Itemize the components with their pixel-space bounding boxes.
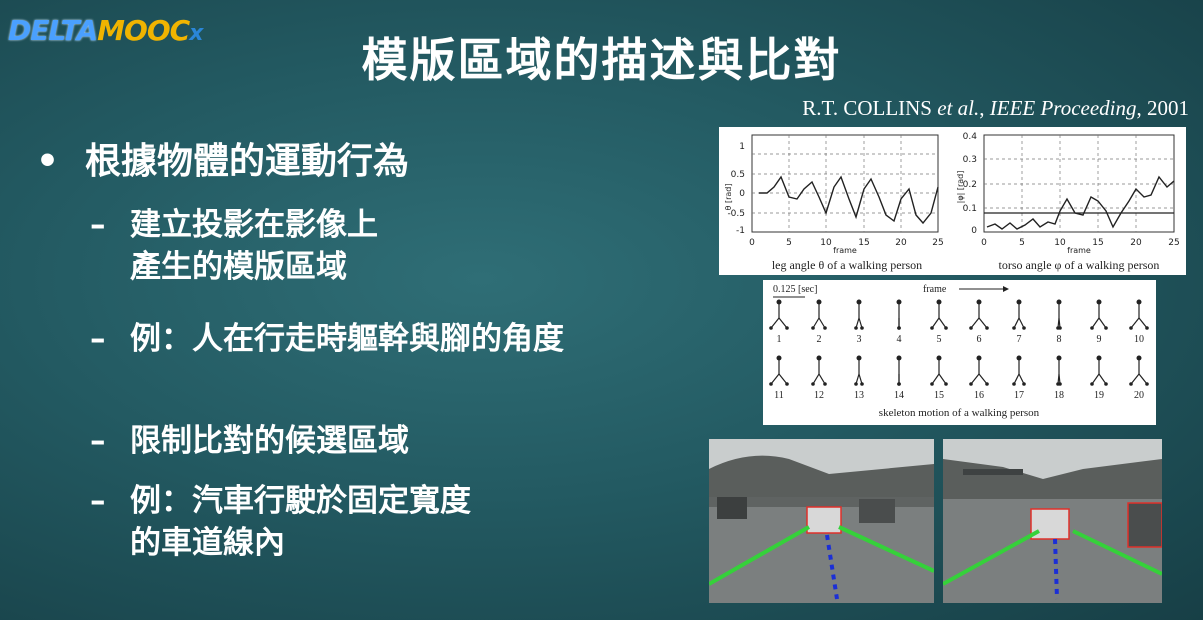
xtick: 10 — [820, 238, 832, 248]
frame-number: 10 — [1134, 334, 1144, 345]
skeleton-figure — [811, 299, 827, 330]
xlabel: frame — [1067, 246, 1091, 255]
skeleton-figure — [1012, 299, 1026, 330]
frame-number: 1 — [777, 334, 782, 345]
frame-number: 16 — [974, 390, 984, 401]
frame-number: 6 — [977, 334, 982, 345]
xtick: 20 — [1130, 238, 1142, 248]
ytick: 0 — [971, 226, 977, 236]
skeleton-figure — [969, 299, 989, 330]
xtick: 25 — [1168, 238, 1179, 248]
frame-number: 5 — [937, 334, 942, 345]
skeleton-figure — [1129, 299, 1149, 330]
skeleton-figure — [1090, 299, 1108, 330]
caption: leg angle θ of a walking person — [772, 258, 922, 272]
frame-number: 18 — [1054, 390, 1064, 401]
skeleton-figure — [1056, 299, 1062, 330]
skeleton-figure — [1056, 355, 1062, 386]
skeleton-figure — [896, 299, 902, 330]
frame-number: 4 — [897, 334, 902, 345]
frame-number: 15 — [934, 390, 944, 401]
frame-number: 19 — [1094, 390, 1104, 401]
slide-title: 模版區域的描述與比對 — [361, 33, 842, 87]
ylabel: θ [rad] — [724, 184, 733, 211]
skeleton-caption: skeleton motion of a walking person — [879, 407, 1040, 419]
skeleton-svg: 0.125 [sec] frame 1 2 3 4 5 6 7 8 9 10 11 12 13 14 15… — [769, 284, 1149, 419]
ytick: 0 — [739, 189, 745, 199]
angle-plots-svg: 1 0.5 0 -0.5 -1 0 5 10 15 20 25 frame θ … — [724, 132, 1180, 272]
frame-number: 8 — [1057, 334, 1062, 345]
ytick: 0.4 — [963, 132, 978, 142]
interval-label: 0.125 [sec] — [773, 284, 817, 295]
skeleton-figure — [854, 355, 864, 386]
leg-angle-plot: 1 0.5 0 -0.5 -1 0 5 10 15 20 25 frame θ … — [724, 134, 944, 272]
skeleton-figure — [1012, 355, 1026, 386]
frame-number: 3 — [857, 334, 862, 345]
xtick: 10 — [1054, 238, 1066, 248]
xtick: 5 — [1019, 238, 1025, 248]
road-photo-right — [943, 439, 1162, 603]
skeleton-figure — [1129, 355, 1149, 386]
skeleton-figure — [854, 299, 864, 330]
xtick: 20 — [895, 238, 907, 248]
road-photo-left — [709, 439, 934, 603]
bullet-text: 根據物體的運動行為 — [85, 141, 410, 182]
frame-number: 14 — [894, 390, 904, 401]
sub-item-2: – 例：人在行走時軀幹與腳的角度 — [90, 321, 564, 357]
ytick: 1 — [739, 142, 745, 152]
xtick: 25 — [932, 238, 943, 248]
frame-number: 11 — [774, 390, 784, 401]
ytick: 0.3 — [963, 155, 977, 165]
skeleton-figure — [811, 355, 827, 386]
frame-number: 9 — [1097, 334, 1102, 345]
xtick: 15 — [1092, 238, 1103, 248]
xtick: 5 — [786, 238, 792, 248]
ylabel: |φ| [rad] — [956, 171, 965, 204]
skeleton-figure — [930, 299, 948, 330]
frame-number: 17 — [1014, 390, 1024, 401]
bullet-marker: • — [36, 141, 60, 182]
main-bullet: • 根據物體的運動行為 — [36, 140, 409, 184]
skeleton-figure — [896, 355, 902, 386]
sub-item-4: – 例：汽車行駛於固定寬度 的車道線內 — [90, 483, 471, 561]
skeleton-figure — [930, 355, 948, 386]
frame-number: 20 — [1134, 390, 1144, 401]
skeleton-figure — [769, 355, 789, 386]
frame-number: 12 — [814, 390, 824, 401]
sub-item-1: – 建立投影在影像上 產生的模版區域 — [90, 207, 378, 285]
torso-angle-plot: 0.4 0.3 0.2 0.1 0 0 5 10 15 20 25 frame … — [956, 132, 1180, 272]
frame-number: 7 — [1017, 334, 1022, 345]
skeleton-figure — [1090, 355, 1108, 386]
leg-angle-series — [759, 175, 939, 225]
ytick: 0.5 — [731, 170, 745, 180]
skeleton-motion-figure: 0.125 [sec] frame 1 2 3 4 5 6 7 8 9 10 11 12 13 14 15… — [763, 280, 1156, 425]
skeleton-figure — [769, 299, 789, 330]
sub-item-3: – 限制比對的候選區域 — [90, 423, 409, 459]
angle-plots-figure: 1 0.5 0 -0.5 -1 0 5 10 15 20 25 frame θ … — [719, 127, 1186, 275]
xtick: 0 — [981, 238, 987, 248]
citation: R.T. COLLINS et al., IEEE Proceeding, 20… — [802, 96, 1189, 120]
torso-angle-series — [986, 175, 1175, 230]
frame-number: 2 — [817, 334, 822, 345]
xlabel: frame — [833, 246, 857, 255]
ytick: -1 — [736, 226, 745, 236]
frame-number: 13 — [854, 390, 864, 401]
ytick: 0.1 — [963, 204, 977, 214]
xtick: 15 — [858, 238, 869, 248]
skeleton-figure — [969, 355, 989, 386]
xtick: 0 — [749, 238, 755, 248]
caption: torso angle φ of a walking person — [999, 258, 1160, 272]
frame-label: frame — [923, 284, 947, 295]
